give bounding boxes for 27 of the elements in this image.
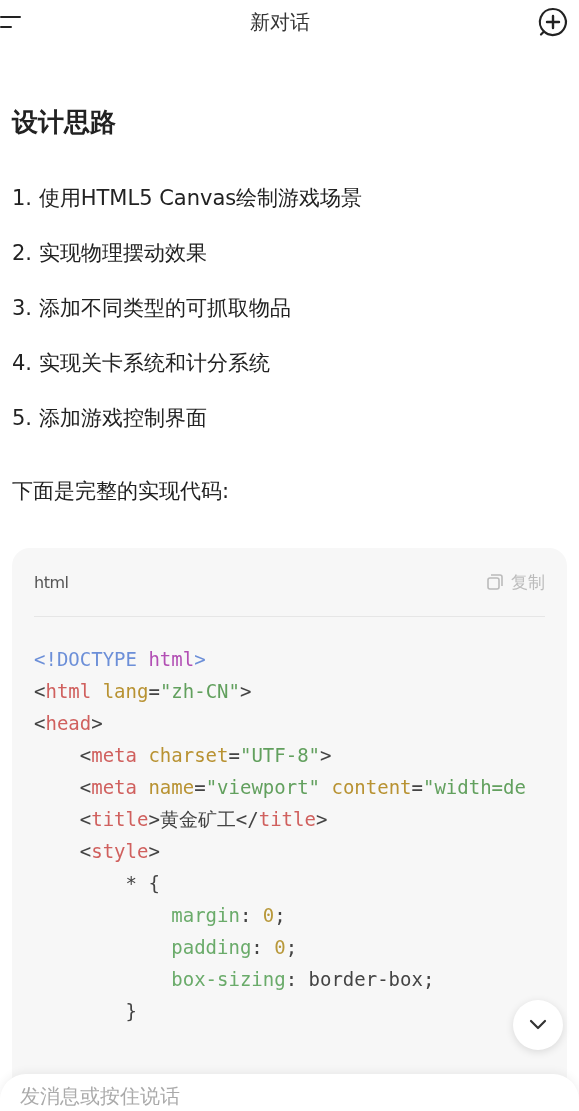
code-line: padding: 0; — [170, 935, 298, 960]
list-item: 1. 使用HTML5 Canvas绘制游戏场景 — [12, 185, 364, 212]
copy-button[interactable]: 复制 — [485, 570, 545, 594]
code-line: box-sizing: border-box; — [170, 967, 435, 992]
code-line: <meta name="viewport" content="width=de — [78, 775, 526, 800]
section-heading: 设计思路 — [12, 106, 117, 139]
window-title: 新对话 — [249, 8, 310, 36]
code-line: <title>黄金矿工</title> — [78, 807, 328, 832]
copy-icon — [485, 572, 505, 592]
code-line: * { — [124, 871, 160, 896]
code-line: <style> — [78, 839, 160, 864]
list-item: 2. 实现物理摆动效果 — [12, 240, 208, 267]
code-line: <head> — [34, 711, 103, 736]
menu-button[interactable] — [0, 14, 22, 30]
paragraph: 下面是完整的实现代码: — [12, 478, 231, 505]
code-line: <html lang="zh-CN"> — [34, 679, 252, 704]
new-chat-button[interactable] — [537, 6, 569, 38]
list-item: 4. 实现关卡系统和计分系统 — [12, 350, 271, 377]
language-label: html — [34, 572, 69, 592]
message-field[interactable]: 发消息或按住说话 — [0, 1074, 579, 1111]
code-line: <meta charset="UTF-8"> — [78, 743, 332, 768]
chevron-down-icon — [528, 1019, 548, 1031]
list-item: 3. 添加不同类型的可抓取物品 — [12, 295, 292, 322]
code-line: margin: 0; — [170, 903, 286, 928]
code-line: <!DOCTYPE html> — [34, 647, 206, 672]
code-line: } — [124, 999, 137, 1024]
list-item: 5. 添加游戏控制界面 — [12, 405, 208, 432]
